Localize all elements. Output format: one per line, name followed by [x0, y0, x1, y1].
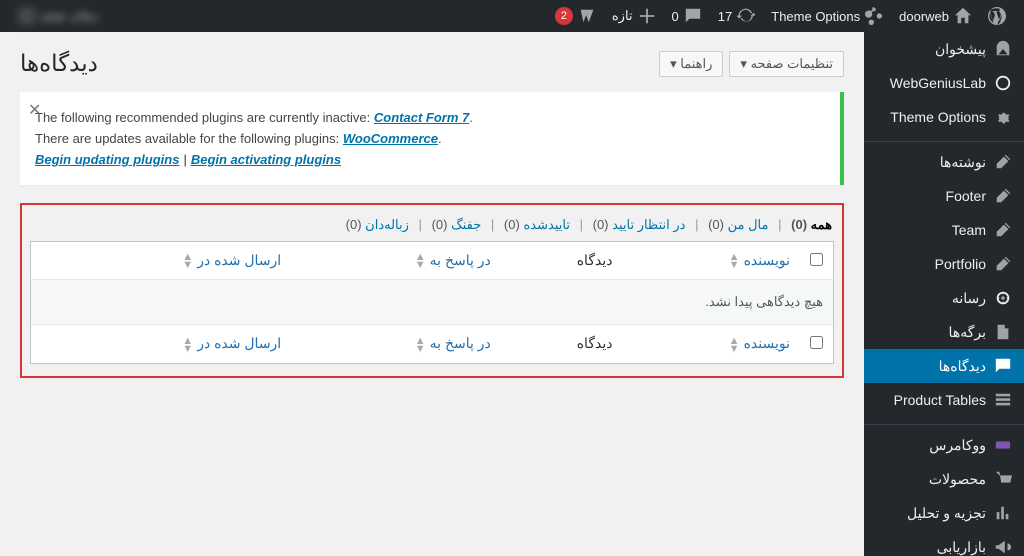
sidebar-item-posts[interactable]: نوشته‌ها: [864, 145, 1024, 179]
sidebar-item-webgenius[interactable]: WebGeniusLab: [864, 66, 1024, 100]
col-comment-foot: دیدگاه: [501, 325, 623, 363]
user-greeting[interactable]: سلام user: [10, 0, 106, 32]
col-response[interactable]: در پاسخ به▲▼: [291, 242, 501, 280]
site-name: doorweb: [899, 9, 949, 24]
admin-sidebar: پیشخوان WebGeniusLab Theme Options نوشته…: [864, 32, 1024, 556]
notice-action-activate[interactable]: Begin activating plugins: [191, 152, 341, 167]
filter-trash[interactable]: زباله‌دان (0): [344, 217, 411, 232]
comments-table: نویسنده▲▼ دیدگاه در پاسخ به▲▼ ارسال شده …: [30, 241, 834, 364]
filter-mine[interactable]: مال من (0): [706, 217, 770, 232]
theme-options-top[interactable]: Theme Options: [763, 0, 891, 32]
filter-all[interactable]: همه (0): [789, 217, 834, 232]
filter-approved[interactable]: تاییدشده (0): [502, 217, 572, 232]
comments-top-link[interactable]: 0: [664, 0, 710, 32]
notice-link-cf7[interactable]: Contact Form 7: [374, 110, 469, 125]
sidebar-item-woocommerce[interactable]: ووکامرس: [864, 428, 1024, 462]
page-title: دیدگاه‌ها: [20, 50, 98, 77]
new-content-link[interactable]: تازه: [604, 0, 664, 32]
updates-count: 17: [718, 9, 732, 24]
sidebar-item-products[interactable]: محصولات: [864, 462, 1024, 496]
sidebar-item-marketing[interactable]: بازاریابی: [864, 530, 1024, 556]
sidebar-item-team[interactable]: Team: [864, 213, 1024, 247]
sidebar-item-analytics[interactable]: تجزیه و تحلیل: [864, 496, 1024, 530]
col-comment: دیدگاه: [501, 242, 623, 280]
yoast-badge: 2: [555, 7, 573, 25]
sidebar-item-product-tables[interactable]: Product Tables: [864, 383, 1024, 417]
sidebar-separator: [864, 420, 1024, 425]
col-author-foot[interactable]: نویسنده▲▼: [622, 325, 800, 363]
notice-link-woo[interactable]: WooCommerce: [343, 131, 438, 146]
site-home-link[interactable]: doorweb: [891, 0, 980, 32]
select-all-top[interactable]: [810, 253, 823, 266]
plugin-notice: ✕ The following recommended plugins are …: [20, 92, 844, 185]
dismiss-notice-icon[interactable]: ✕: [28, 100, 48, 120]
sidebar-separator: [864, 137, 1024, 142]
comments-panel-highlight: همه (0) | مال من (0) | در انتظار تایید (…: [20, 203, 844, 378]
updates-link[interactable]: 17: [710, 0, 763, 32]
empty-row: هیچ دیدگاهی پیدا نشد.: [31, 280, 834, 325]
admin-toolbar: doorweb Theme Options 17 0 تازه 2 سلام u…: [0, 0, 1024, 32]
col-author[interactable]: نویسنده▲▼: [622, 242, 800, 280]
sidebar-item-pages[interactable]: برگه‌ها: [864, 315, 1024, 349]
sidebar-item-portfolio[interactable]: Portfolio: [864, 247, 1024, 281]
main-content: تنظیمات صفحه ▾ راهنما ▾ دیدگاه‌ها ✕ The …: [0, 32, 864, 388]
col-date-foot[interactable]: ارسال شده در▲▼: [31, 325, 292, 363]
filter-spam[interactable]: جفنگ (0): [430, 217, 484, 232]
notice-action-update[interactable]: Begin updating plugins: [35, 152, 179, 167]
help-button[interactable]: راهنما ▾: [659, 51, 723, 77]
sidebar-item-theme-options[interactable]: Theme Options: [864, 100, 1024, 134]
select-all-bottom[interactable]: [810, 336, 823, 349]
sidebar-item-comments[interactable]: دیدگاه‌ها: [864, 349, 1024, 383]
sidebar-item-media[interactable]: رسانه: [864, 281, 1024, 315]
col-response-foot[interactable]: در پاسخ به▲▼: [291, 325, 501, 363]
sidebar-item-footer[interactable]: Footer: [864, 179, 1024, 213]
col-date[interactable]: ارسال شده در▲▼: [31, 242, 292, 280]
yoast-link[interactable]: 2: [547, 0, 604, 32]
wp-logo[interactable]: [980, 0, 1014, 32]
sidebar-item-dashboard[interactable]: پیشخوان: [864, 32, 1024, 66]
comment-status-filters: همه (0) | مال من (0) | در انتظار تایید (…: [30, 217, 834, 233]
filter-pending[interactable]: در انتظار تایید (0): [591, 217, 688, 232]
screen-options-button[interactable]: تنظیمات صفحه ▾: [729, 51, 844, 77]
